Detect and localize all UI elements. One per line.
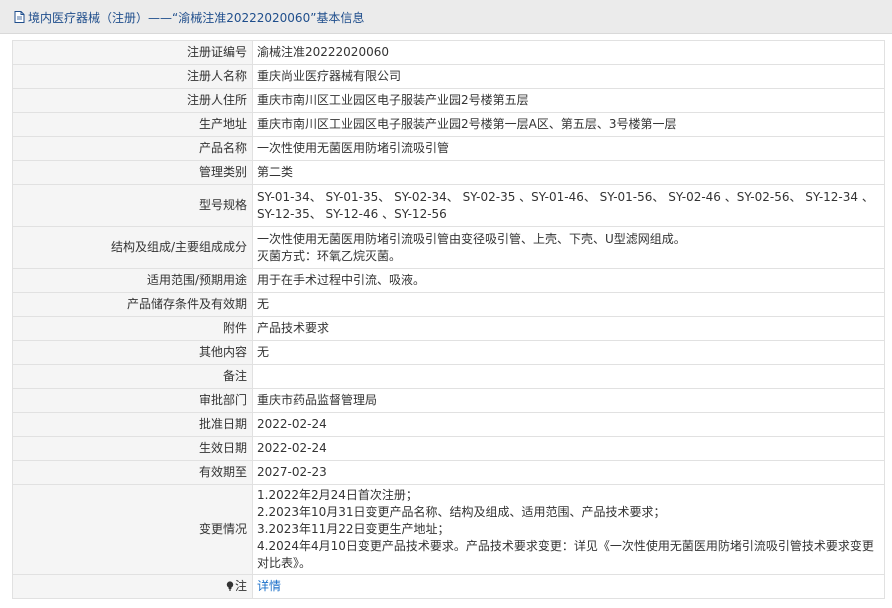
table-row: 注册人名称 重庆尚业医疗器械有限公司	[12, 64, 885, 89]
page-title: 境内医疗器械（注册）——“渝械注准20222020060”基本信息	[28, 10, 365, 25]
table-row: 生产地址 重庆市南川区工业园区电子服装产业园2号楼第一层A区、第五层、3号楼第一…	[12, 112, 885, 137]
table-row: 产品名称 一次性使用无菌医用防堵引流吸引管	[12, 136, 885, 161]
field-value: 用于在手术过程中引流、吸液。	[252, 268, 885, 293]
field-value: 2027-02-23	[252, 460, 885, 485]
field-value: 1.2022年2月24日首次注册； 2.2023年10月31日变更产品名称、结构…	[252, 484, 885, 575]
field-value: 重庆市药品监督管理局	[252, 388, 885, 413]
field-value: 渝械注准20222020060	[252, 40, 885, 65]
field-label: 有效期至	[12, 460, 253, 485]
table-row: 结构及组成/主要组成成分 一次性使用无菌医用防堵引流吸引管由变径吸引管、上壳、下…	[12, 226, 885, 269]
note-label: 注	[234, 579, 247, 593]
field-label: 产品储存条件及有效期	[12, 292, 253, 317]
table-row: 备注	[12, 364, 885, 389]
field-value: 产品技术要求	[252, 316, 885, 341]
field-label: 审批部门	[12, 388, 253, 413]
field-label: 备注	[12, 364, 253, 389]
field-value: 详情	[252, 574, 885, 599]
field-label: 产品名称	[12, 136, 253, 161]
field-label: 其他内容	[12, 340, 253, 365]
value-line: 1.2022年2月24日首次注册；	[257, 488, 418, 502]
page-header: 境内医疗器械（注册）——“渝械注准20222020060”基本信息	[0, 0, 892, 34]
table-row: 注 详情	[12, 574, 885, 599]
table-row: 注册证编号 渝械注准20222020060	[12, 40, 885, 65]
value-line: 灭菌方式：环氧乙烷灭菌。	[257, 248, 402, 263]
field-value: 一次性使用无菌医用防堵引流吸引管	[252, 136, 885, 161]
field-label: 型号规格	[12, 184, 253, 227]
field-value: 2022-02-24	[252, 436, 885, 461]
table-row: 生效日期 2022-02-24	[12, 436, 885, 461]
field-label: 附件	[12, 316, 253, 341]
details-link[interactable]: 详情	[257, 579, 281, 593]
table-row: 注册人住所 重庆市南川区工业园区电子服装产业园2号楼第五层	[12, 88, 885, 113]
field-label: 结构及组成/主要组成成分	[12, 226, 253, 269]
header-title-group: 境内医疗器械（注册）——“渝械注准20222020060”基本信息	[14, 9, 364, 25]
document-icon	[14, 11, 25, 23]
field-value: SY-01-34、 SY-01-35、 SY-02-34、 SY-02-35 、…	[252, 184, 885, 227]
field-value: 第二类	[252, 160, 885, 185]
value-line: 2.2023年10月31日变更产品名称、结构及组成、适用范围、产品技术要求；	[257, 505, 666, 519]
field-label: 批准日期	[12, 412, 253, 437]
table-row: 变更情况 1.2022年2月24日首次注册； 2.2023年10月31日变更产品…	[12, 484, 885, 575]
table-row: 附件 产品技术要求	[12, 316, 885, 341]
field-value: 无	[252, 292, 885, 317]
field-label: 变更情况	[12, 484, 253, 575]
note-label-cell: 注	[12, 574, 253, 599]
table-row: 审批部门 重庆市药品监督管理局	[12, 388, 885, 413]
field-value: 2022-02-24	[252, 412, 885, 437]
info-table: 注册证编号 渝械注准20222020060 注册人名称 重庆尚业医疗器械有限公司…	[12, 40, 885, 599]
table-row: 管理类别 第二类	[12, 160, 885, 185]
value-line: 3.2023年11月22日变更生产地址；	[257, 522, 450, 536]
field-value	[252, 364, 885, 389]
lightbulb-icon	[226, 581, 234, 591]
field-value: 一次性使用无菌医用防堵引流吸引管由变径吸引管、上壳、下壳、U型滤网组成。 灭菌方…	[252, 226, 885, 269]
field-label: 注册人住所	[12, 88, 253, 113]
field-label: 管理类别	[12, 160, 253, 185]
field-label: 生效日期	[12, 436, 253, 461]
table-row: 批准日期 2022-02-24	[12, 412, 885, 437]
field-label: 注册证编号	[12, 40, 253, 65]
field-label: 生产地址	[12, 112, 253, 137]
table-row: 适用范围/预期用途 用于在手术过程中引流、吸液。	[12, 268, 885, 293]
table-row: 有效期至 2027-02-23	[12, 460, 885, 485]
field-label: 适用范围/预期用途	[12, 268, 253, 293]
table-row: 产品储存条件及有效期 无	[12, 292, 885, 317]
field-value: 无	[252, 340, 885, 365]
field-value: 重庆市南川区工业园区电子服装产业园2号楼第五层	[252, 88, 885, 113]
value-line: 一次性使用无菌医用防堵引流吸引管由变径吸引管、上壳、下壳、U型滤网组成。	[257, 231, 686, 246]
field-value: 重庆尚业医疗器械有限公司	[252, 64, 885, 89]
field-value: 重庆市南川区工业园区电子服装产业园2号楼第一层A区、第五层、3号楼第一层	[252, 112, 885, 137]
table-row: 型号规格 SY-01-34、 SY-01-35、 SY-02-34、 SY-02…	[12, 184, 885, 227]
field-label: 注册人名称	[12, 64, 253, 89]
table-row: 其他内容 无	[12, 340, 885, 365]
value-line: 4.2024年4月10日变更产品技术要求。产品技术要求变更：详见《一次性使用无菌…	[257, 539, 874, 570]
